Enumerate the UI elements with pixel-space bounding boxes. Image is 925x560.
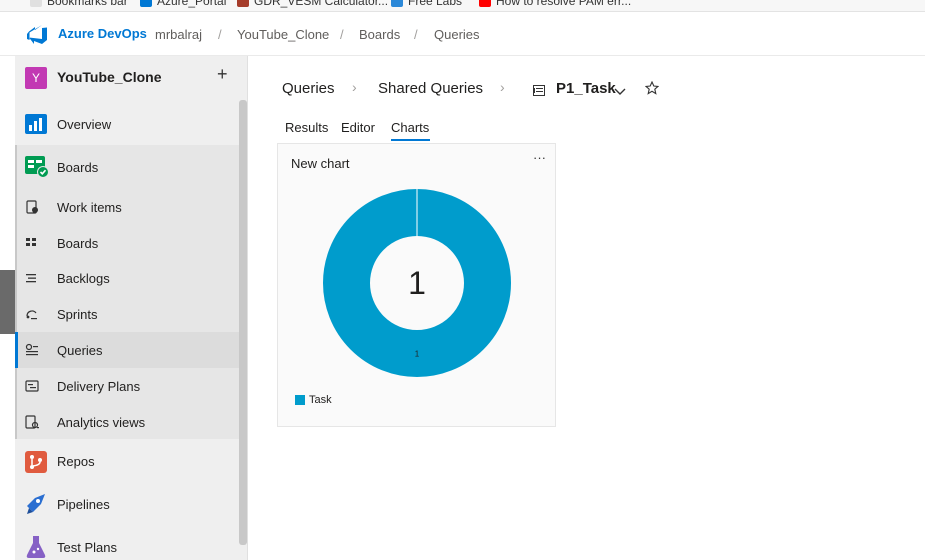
sidebar-item-label: Work items	[57, 200, 122, 215]
backlogs-icon	[25, 271, 39, 285]
project-avatar[interactable]: Y	[25, 67, 47, 89]
sidebar-item-delivery-plans[interactable]: Delivery Plans	[15, 368, 239, 404]
selected-indicator	[15, 332, 18, 368]
sidebar-item-sprints[interactable]: Sprints	[15, 296, 239, 332]
overview-icon	[25, 114, 47, 134]
breadcrumb-separator: /	[218, 27, 222, 42]
bookmark-favicon-icon	[237, 0, 249, 7]
azure-devops-logo-icon[interactable]	[26, 24, 48, 44]
repos-icon	[25, 451, 47, 473]
project-name[interactable]: YouTube_Clone	[57, 69, 161, 85]
boards-icon	[25, 236, 39, 250]
tab-charts[interactable]: Charts	[391, 120, 429, 135]
bookmark-item[interactable]: Azure_Portal	[140, 0, 226, 8]
top-header: Azure DevOps mrbalraj / YouTube_Clone / …	[0, 12, 925, 56]
tab-editor[interactable]: Editor	[341, 120, 375, 135]
sidebar-item-boards-hub[interactable]: Boards	[15, 146, 239, 188]
sidebar-item-label: Boards	[57, 160, 99, 175]
brand-link[interactable]: Azure DevOps	[58, 26, 147, 41]
legend-label: Task	[309, 394, 332, 406]
sprints-icon	[25, 307, 39, 321]
bookmark-label: Free Labs	[408, 0, 463, 8]
chevron-right-icon: ›	[500, 79, 505, 95]
sidebar-item-label: Analytics views	[57, 415, 146, 430]
sidebar-item-pipelines[interactable]: Pipelines	[15, 484, 239, 526]
breadcrumb-queries[interactable]: Queries	[434, 27, 480, 42]
sidebar-item-label: Overview	[57, 117, 112, 132]
breadcrumb-org[interactable]: mrbalraj	[155, 27, 202, 42]
tab-results[interactable]: Results	[285, 120, 328, 135]
test-plans-icon	[25, 535, 47, 559]
bookmark-label: Bookmarks bar	[47, 0, 128, 8]
sidebar-item-label: Pipelines	[57, 497, 110, 512]
bookmark-favicon-icon	[30, 0, 42, 7]
left-navigation: Y YouTube_Clone + Overview Boards Work i…	[15, 56, 248, 560]
bookmark-label: How to resolve PAM err...	[496, 0, 632, 8]
breadcrumb-boards[interactable]: Boards	[359, 27, 400, 42]
sidebar-item-label: Sprints	[57, 307, 98, 322]
sidebar-item-label: Backlogs	[57, 271, 110, 286]
sidebar-item-label: Delivery Plans	[57, 379, 141, 394]
sidebar-item-label: Boards	[57, 236, 99, 251]
bookmark-item[interactable]: Free Labs	[391, 0, 462, 8]
window-edge-handle	[0, 270, 15, 334]
bookmark-favicon-icon	[391, 0, 403, 7]
sidebar-item-queries[interactable]: Queries	[15, 332, 239, 368]
work-items-icon	[25, 200, 39, 214]
bookmark-label: Azure_Portal	[157, 0, 227, 8]
slice-data-label: 1	[415, 350, 420, 359]
chart-card[interactable]: New chart ··· 11 Task	[277, 143, 556, 427]
sidebar-item-repos[interactable]: Repos	[15, 441, 239, 483]
bookmark-item[interactable]: GDR_VESM Calculator...	[237, 0, 388, 8]
project-header: Y YouTube_Clone +	[15, 56, 248, 100]
donut-center-total: 1	[408, 265, 426, 301]
donut-chart: 11	[323, 189, 511, 377]
active-tab-indicator	[391, 139, 430, 141]
query-header: Queries › Shared Queries › P1_Task	[248, 56, 925, 116]
delivery-plans-icon	[25, 379, 39, 393]
queries-icon	[25, 343, 39, 357]
breadcrumb-project[interactable]: YouTube_Clone	[237, 27, 329, 42]
bookmark-item[interactable]: How to resolve PAM err...	[479, 0, 631, 8]
add-button[interactable]: +	[217, 64, 228, 85]
breadcrumb-separator: /	[414, 27, 418, 42]
bookmark-favicon-icon	[140, 0, 152, 7]
star-icon[interactable]	[644, 80, 660, 100]
legend-swatch	[295, 395, 305, 405]
sidebar-item-backlogs[interactable]: Backlogs	[15, 260, 239, 296]
sidebar-item-test-plans[interactable]: Test Plans	[15, 527, 239, 560]
chevron-down-icon[interactable]	[614, 83, 626, 101]
breadcrumb-shared-queries[interactable]: Shared Queries	[378, 80, 483, 97]
sidebar-item-label: Repos	[57, 454, 95, 469]
chart-legend: Task	[295, 394, 332, 406]
sidebar-item-label: Test Plans	[57, 540, 117, 555]
sidebar-item-work-items[interactable]: Work items	[15, 189, 239, 225]
sidebar-item-boards[interactable]: Boards	[15, 225, 239, 261]
breadcrumb-queries-link[interactable]: Queries	[282, 80, 335, 97]
bookmark-item[interactable]: Bookmarks bar	[30, 0, 128, 8]
analytics-views-icon	[25, 415, 39, 429]
query-icon	[533, 83, 545, 101]
pipelines-icon	[25, 492, 47, 516]
sidebar-scrollbar[interactable]	[239, 100, 247, 545]
bookmark-label: GDR_VESM Calculator...	[254, 0, 389, 8]
bookmarks-bar: Bookmarks bar Azure_Portal GDR_VESM Calcul…	[0, 0, 925, 12]
sidebar-item-label: Queries	[57, 343, 103, 358]
sidebar-item-analytics-views[interactable]: Analytics views	[15, 404, 239, 440]
bookmark-favicon-icon	[479, 0, 491, 7]
chevron-right-icon: ›	[352, 79, 357, 95]
query-name[interactable]: P1_Task	[556, 80, 616, 97]
sidebar-item-overview[interactable]: Overview	[15, 104, 239, 146]
boards-hub-icon	[25, 156, 49, 178]
breadcrumb-separator: /	[340, 27, 344, 42]
